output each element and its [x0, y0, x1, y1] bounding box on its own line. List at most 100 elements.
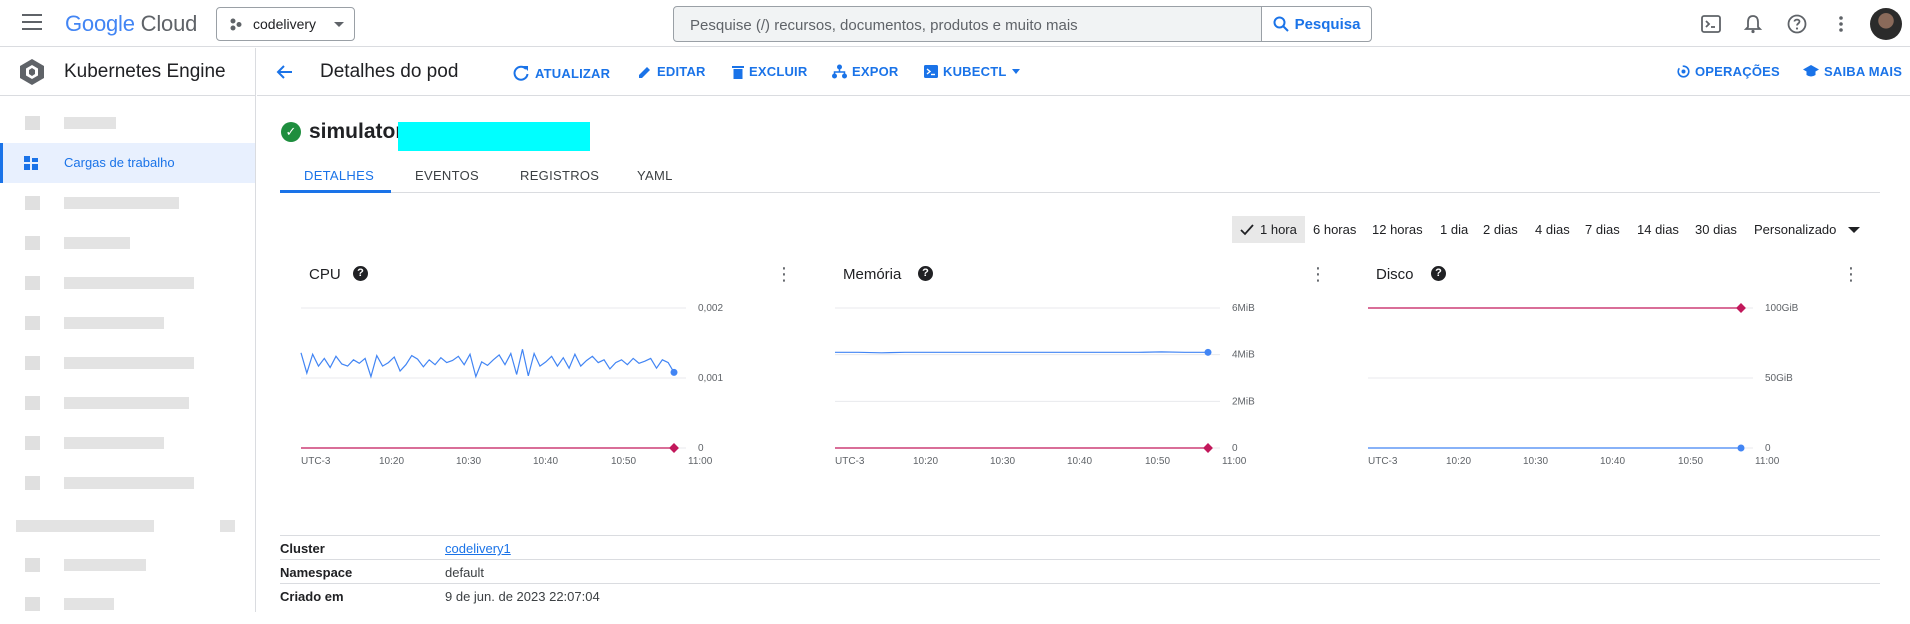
range-6-hours[interactable]: 6 horas: [1313, 216, 1356, 243]
x-tick-label: 10:50: [1145, 456, 1170, 467]
series-end-marker: [1736, 303, 1746, 313]
sidebar-item[interactable]: [0, 343, 255, 383]
edit-icon: [639, 66, 650, 78]
cloud-shell-icon[interactable]: [1700, 13, 1722, 35]
sidebar-item[interactable]: [0, 383, 255, 423]
sidebar-item-workloads[interactable]: Cargas de trabalho: [0, 143, 255, 183]
blurred-icon: [25, 116, 40, 130]
x-tick-label: 10:30: [990, 456, 1015, 467]
kubernetes-engine-icon: [20, 58, 44, 85]
series-end-marker: [1203, 443, 1213, 453]
y-tick-label: 0,002: [698, 303, 723, 314]
blurred-icon: [25, 396, 40, 410]
more-vert-icon[interactable]: ⋮: [1842, 264, 1860, 285]
kubectl-label: KUBECTL: [943, 64, 1007, 79]
notifications-icon[interactable]: [1742, 13, 1764, 35]
delete-label: EXCLUIR: [749, 64, 808, 79]
search-input[interactable]: Pesquise (/) recursos, documentos, produ…: [690, 17, 1078, 34]
help-icon[interactable]: [1786, 13, 1808, 35]
range-1-hour[interactable]: 1 hora: [1232, 216, 1305, 243]
x-tick-label: 11:00: [1755, 456, 1780, 467]
series-line: [300, 349, 675, 379]
help-icon[interactable]: ?: [353, 266, 368, 281]
menu-icon[interactable]: [22, 14, 42, 32]
range-7-days[interactable]: 7 dias: [1585, 216, 1620, 243]
help-icon[interactable]: ?: [918, 266, 933, 281]
workloads-icon: [24, 156, 38, 170]
arrow-back-icon[interactable]: [275, 62, 295, 82]
range-1-day[interactable]: 1 dia: [1440, 216, 1468, 243]
sidebar-item[interactable]: [0, 303, 255, 343]
more-vert-icon[interactable]: [1830, 13, 1852, 35]
range-30-days[interactable]: 30 dias: [1695, 216, 1737, 243]
sidebar-item[interactable]: [0, 423, 255, 463]
expose-label: EXPOR: [852, 64, 899, 79]
project-selector[interactable]: codelivery: [216, 7, 355, 41]
detail-row-cluster: Cluster codelivery1: [280, 535, 1880, 559]
blurred-label: [16, 520, 154, 532]
blurred-label: [64, 397, 189, 409]
chart-plot: 6MiB 4MiB 2MiB 0 UTC-3 10:20 10:30 10:40 10:50 11…: [835, 303, 1255, 467]
sidebar-item[interactable]: [0, 183, 255, 223]
x-tick-label: 10:30: [1523, 456, 1548, 467]
refresh-label: ATUALIZAR: [535, 65, 611, 81]
y-tick-label: 50GiB: [1765, 373, 1793, 384]
more-vert-icon[interactable]: ⋮: [1309, 264, 1327, 285]
avatar[interactable]: [1870, 8, 1902, 40]
range-2-days[interactable]: 2 dias: [1483, 216, 1518, 243]
google-cloud-logo[interactable]: Google Cloud: [65, 11, 197, 37]
page-title: Detalhes do pod: [320, 61, 459, 82]
x-tick-label: 10:20: [913, 456, 938, 467]
chevron-down-icon: [334, 21, 344, 27]
tab-details[interactable]: DETALHES: [304, 168, 374, 183]
sidebar-item[interactable]: [0, 463, 255, 503]
sidebar-item[interactable]: [0, 223, 255, 263]
more-vert-icon[interactable]: ⋮: [775, 264, 793, 285]
memory-chart: Memória ? ⋮ 6MiB 4MiB 2MiB 0 UTC-3 10:20 10:30…: [815, 250, 1335, 500]
edit-button[interactable]: EDITAR: [638, 64, 706, 79]
expose-button[interactable]: EXPOR: [832, 64, 899, 79]
operations-label: OPERAÇÕES: [1695, 64, 1780, 79]
delete-icon: [732, 65, 744, 79]
range-14-days[interactable]: 14 dias: [1637, 216, 1679, 243]
tab-logs[interactable]: REGISTROS: [520, 168, 599, 183]
sidebar-item[interactable]: [0, 545, 255, 585]
sidebar-section[interactable]: [0, 506, 255, 546]
kubectl-button[interactable]: KUBECTL: [924, 64, 1020, 79]
pod-name-text: simulator-: [309, 120, 411, 143]
learn-more-button[interactable]: SAIBA MAIS: [1803, 64, 1902, 79]
blurred-icon: [25, 558, 40, 572]
x-tick-label: 10:40: [1600, 456, 1625, 467]
status-ok-icon: ✓: [281, 122, 301, 142]
sidebar-item[interactable]: [0, 263, 255, 303]
project-name: codelivery: [253, 16, 317, 32]
y-tick-label: 0: [1232, 443, 1238, 454]
arrow-drop-down-icon: [1011, 69, 1020, 74]
y-tick-label: 2MiB: [1232, 396, 1255, 407]
range-4-days[interactable]: 4 dias: [1535, 216, 1570, 243]
search-button[interactable]: Pesquisa: [1261, 7, 1371, 41]
help-icon[interactable]: ?: [1431, 266, 1446, 281]
details-table: Cluster codelivery1 Namespace default Cr…: [280, 535, 1880, 607]
sidebar-item[interactable]: [0, 103, 255, 143]
search-icon: [1273, 16, 1289, 32]
operations-icon: [1677, 65, 1690, 78]
blurred-icon: [25, 236, 40, 250]
range-12-hours[interactable]: 12 horas: [1372, 216, 1423, 243]
cluster-link[interactable]: codelivery1: [445, 541, 511, 556]
tab-events[interactable]: EVENTOS: [415, 168, 479, 183]
refresh-button[interactable]: ATUALIZAR: [512, 64, 610, 82]
sidebar-item[interactable]: [0, 584, 255, 624]
series-end-marker: [1204, 348, 1212, 356]
detail-key: Criado em: [280, 589, 344, 604]
check-icon: [1240, 223, 1254, 235]
delete-button[interactable]: EXCLUIR: [732, 64, 807, 79]
tab-yaml[interactable]: YAML: [637, 168, 673, 183]
blurred-label: [64, 317, 164, 329]
operations-button[interactable]: OPERAÇÕES: [1677, 64, 1780, 79]
pod-name: ✓ simulator-: [281, 120, 411, 144]
range-custom[interactable]: Personalizado: [1754, 216, 1861, 243]
search-bar[interactable]: Pesquise (/) recursos, documentos, produ…: [673, 6, 1372, 42]
x-tick-label: 10:20: [1446, 456, 1471, 467]
blurred-icon: [25, 196, 40, 210]
